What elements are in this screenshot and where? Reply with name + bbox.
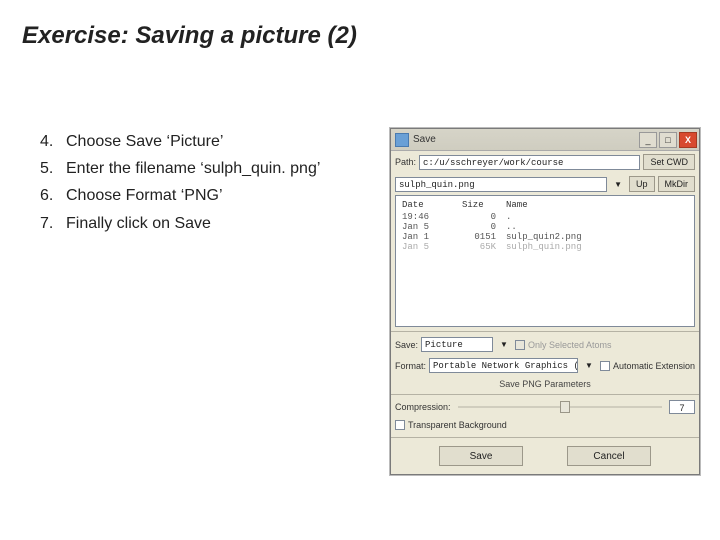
list-item[interactable]: Jan 5 65K sulph_quin.png (402, 242, 688, 252)
slider-thumb[interactable] (560, 401, 570, 413)
chevron-down-icon[interactable]: ▼ (581, 361, 597, 370)
compression-value[interactable]: 7 (669, 400, 695, 414)
auto-ext-label: Automatic Extension (613, 361, 695, 371)
cancel-button[interactable]: Cancel (567, 446, 651, 466)
compression-slider[interactable] (458, 406, 662, 408)
save-type-select[interactable]: Picture (421, 337, 493, 352)
step-text: Enter the filename ‘sulph_quin. png’ (66, 155, 320, 182)
slide-title: Exercise: Saving a picture (2) (0, 0, 720, 50)
save-icon (395, 133, 409, 147)
only-selected-label: Only Selected Atoms (528, 340, 612, 350)
path-field[interactable]: c:/u/sschreyer/work/course (419, 155, 640, 170)
png-params-label: Save PNG Parameters (391, 376, 699, 390)
step-num: 4. (40, 128, 66, 155)
chevron-down-icon[interactable]: ▼ (496, 340, 512, 349)
close-button[interactable]: X (679, 132, 697, 148)
set-cwd-button[interactable]: Set CWD (643, 154, 695, 170)
step-num: 5. (40, 155, 66, 182)
step-text: Choose Save ‘Picture’ (66, 128, 223, 155)
save-dialog: Save _ □ X Path: c:/u/sschreyer/work/cou… (390, 128, 700, 475)
list-item[interactable]: Jan 5 0 .. (402, 222, 688, 232)
list-item[interactable]: 19:46 0 . (402, 212, 688, 222)
path-label: Path: (395, 157, 416, 167)
instruction-steps: 4.Choose Save ‘Picture’ 5.Enter the file… (0, 128, 390, 475)
save-button[interactable]: Save (439, 446, 523, 466)
step-text: Choose Format ‘PNG’ (66, 182, 223, 209)
transparent-checkbox[interactable] (395, 420, 405, 430)
file-list[interactable]: Date Size Name 19:46 0 . Jan 5 0 .. Jan … (395, 195, 695, 327)
chevron-down-icon[interactable]: ▼ (610, 180, 626, 189)
mkdir-button[interactable]: MkDir (658, 176, 696, 192)
step-num: 6. (40, 182, 66, 209)
list-item[interactable]: Jan 1 0151 sulp_quin2.png (402, 232, 688, 242)
auto-ext-checkbox[interactable] (600, 361, 610, 371)
save-type-label: Save: (395, 340, 418, 350)
up-button[interactable]: Up (629, 176, 655, 192)
filename-field[interactable]: sulph_quin.png (395, 177, 607, 192)
minimize-button[interactable]: _ (639, 132, 657, 148)
transparent-label: Transparent Background (408, 420, 507, 430)
col-size: Size (462, 200, 506, 210)
format-select[interactable]: Portable Network Graphics (.png) (429, 358, 578, 373)
col-date: Date (402, 200, 462, 210)
step-text: Finally click on Save (66, 210, 211, 237)
col-name: Name (506, 200, 688, 210)
compression-label: Compression: (395, 402, 451, 412)
format-label: Format: (395, 361, 426, 371)
maximize-button[interactable]: □ (659, 132, 677, 148)
step-num: 7. (40, 210, 66, 237)
only-selected-checkbox (515, 340, 525, 350)
window-title: Save (413, 134, 639, 145)
titlebar[interactable]: Save _ □ X (391, 129, 699, 151)
